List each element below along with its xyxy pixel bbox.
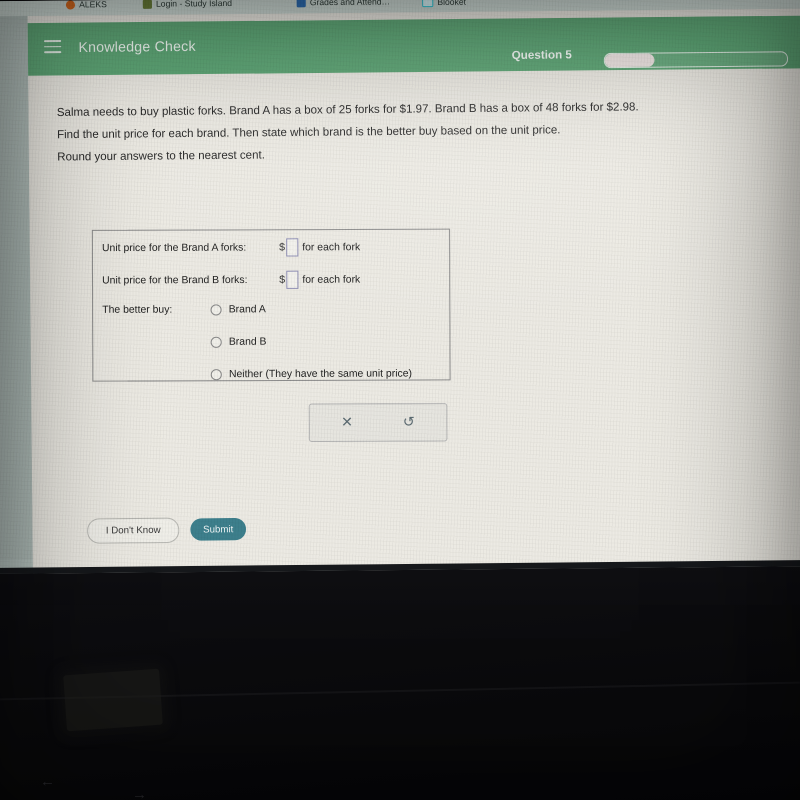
answer-toolbar: ✕ ↺ (308, 403, 448, 443)
brand-b-suffix: for each fork (302, 273, 361, 286)
brand-b-label: Unit price for the Brand B forks: (102, 274, 248, 287)
brand-b-row: Unit price for the Brand B forks: $ for … (102, 270, 360, 289)
brand-a-label: Unit price for the Brand A forks: (101, 241, 247, 254)
bookmark-label: Grades and Attend… (309, 0, 391, 8)
left-arrow-key[interactable]: ← (40, 773, 55, 790)
page-title: Knowledge Check (78, 37, 196, 56)
close-x-icon[interactable]: ✕ (341, 414, 353, 431)
blooket-icon (422, 0, 434, 8)
radio-label: Brand B (228, 336, 267, 348)
grades-icon (296, 0, 306, 7)
radio-option-neither[interactable]: Neither (They have the same unit price) (210, 368, 413, 381)
radio-icon[interactable] (210, 304, 222, 316)
radio-label: Neither (They have the same unit price) (228, 368, 413, 381)
bookmark-label: Login - Study Island (155, 0, 233, 9)
photograph-of-laptop-screen: ← → ALEKS Login - Study Island Grades an… (0, 0, 800, 800)
question-text: Salma needs to buy plastic forks. Brand … (57, 95, 746, 169)
aleks-icon (65, 0, 76, 10)
hamburger-menu-icon[interactable] (43, 39, 62, 54)
radio-label: Brand A (228, 304, 266, 316)
i-dont-know-button[interactable]: I Don't Know (87, 517, 180, 544)
study-island-icon (142, 0, 152, 9)
radio-icon[interactable] (210, 369, 222, 381)
brand-a-suffix: for each fork (302, 241, 361, 253)
dollar-sign: $ (279, 241, 286, 254)
submit-button[interactable]: Submit (190, 517, 247, 541)
dollar-sign: $ (279, 273, 286, 286)
better-buy-label: The better buy: (102, 304, 173, 316)
bookmark-blooket[interactable]: Blooket (422, 0, 467, 8)
progress-bar (603, 51, 789, 69)
brand-a-row: Unit price for the Brand A forks: $ for … (102, 238, 360, 257)
question-counter-label: Question 5 (511, 49, 572, 62)
radio-option-brand-b[interactable]: Brand B (210, 336, 267, 348)
brand-a-price-input[interactable] (286, 238, 299, 257)
answer-panel: Unit price for the Brand A forks: $ for … (91, 228, 451, 382)
laptop-screen: ALEKS Login - Study Island Grades and At… (0, 0, 800, 574)
trackpad (63, 668, 163, 732)
brand-b-price-input[interactable] (286, 270, 299, 289)
bookmark-aleks[interactable]: ALEKS (65, 0, 107, 10)
bookmark-label: ALEKS (79, 0, 107, 10)
progress-bar-fill (604, 53, 655, 68)
bookmark-grades[interactable]: Grades and Attend… (296, 0, 391, 8)
bookmark-label: Blooket (437, 0, 467, 7)
radio-option-brand-a[interactable]: Brand A (210, 304, 266, 316)
radio-icon[interactable] (210, 336, 222, 348)
bookmark-study-island[interactable]: Login - Study Island (142, 0, 233, 9)
right-arrow-key[interactable]: → (132, 786, 147, 800)
undo-arrow-icon[interactable]: ↺ (403, 413, 415, 430)
